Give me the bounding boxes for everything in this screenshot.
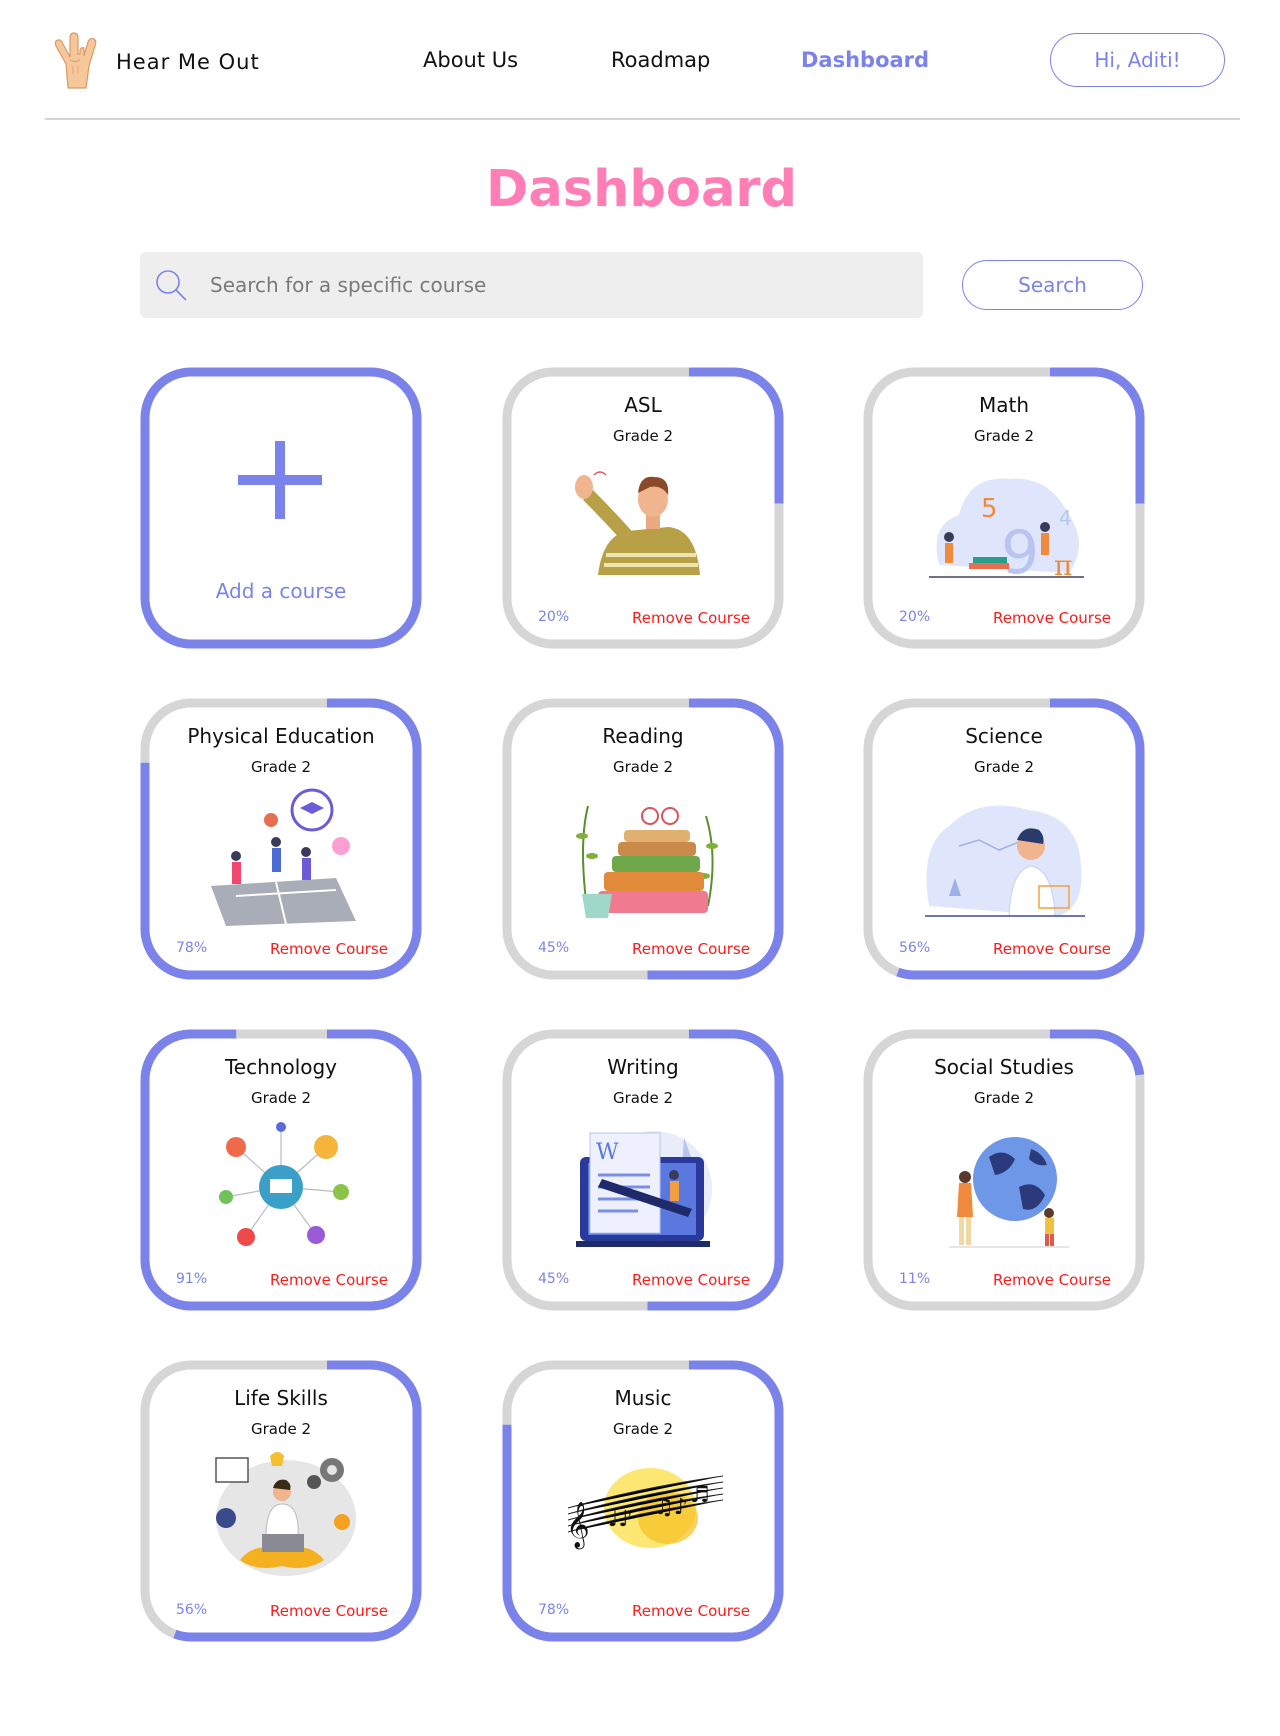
course-title: Science [965, 724, 1043, 748]
remove-course-button[interactable]: Remove Course [993, 609, 1111, 627]
progress-percent: 20% [538, 609, 570, 625]
course-card-music[interactable]: Music Grade 2 𝄞 ♩♪ ♫♪ ♬ 78% Remove Cours… [502, 1360, 784, 1642]
course-title: Life Skills [234, 1386, 328, 1410]
svg-text:♬: ♬ [690, 1483, 710, 1508]
progress-percent: 45% [538, 940, 570, 956]
course-title: ASL [624, 393, 662, 417]
course-title: Physical Education [187, 724, 375, 748]
course-card-science[interactable]: Science Grade 2 56% Remove Course [863, 698, 1145, 980]
course-grade: Grade 2 [973, 427, 1035, 445]
sports-field-icon [211, 788, 356, 926]
course-card-social-studies[interactable]: Social Studies Grade 2 11% Remove Course [863, 1029, 1145, 1311]
progress-percent: 45% [538, 1271, 570, 1287]
nav-about-us[interactable]: About Us [423, 48, 518, 72]
book-stack-icon [576, 805, 718, 918]
progress-percent: 56% [899, 940, 931, 956]
course-grade: Grade 2 [250, 1089, 312, 1107]
remove-course-button[interactable]: Remove Course [632, 1602, 750, 1620]
document-pencil-icon: W [576, 1131, 712, 1247]
search-input[interactable] [210, 252, 910, 318]
search-button[interactable]: Search [962, 260, 1143, 310]
page-title: Dashboard [485, 160, 798, 219]
nav-roadmap[interactable]: Roadmap [611, 48, 710, 72]
remove-course-button[interactable]: Remove Course [632, 1271, 750, 1289]
progress-percent: 91% [176, 1271, 208, 1287]
course-card-writing[interactable]: Writing Grade 2 W 45% Remove Course [502, 1029, 784, 1311]
user-greeting-button[interactable]: Hi, Aditi! [1050, 33, 1225, 87]
course-card-math[interactable]: Math Grade 2 5 9 π 4 20% Remove Course [863, 367, 1145, 649]
course-grade: Grade 2 [250, 1420, 312, 1438]
progress-percent: 78% [176, 940, 208, 956]
course-card-asl[interactable]: ASL Grade 2 20% Remove Course [502, 367, 784, 649]
course-title: Reading [602, 724, 684, 748]
remove-course-button[interactable]: Remove Course [632, 940, 750, 958]
remove-course-button[interactable]: Remove Course [632, 609, 750, 627]
brand-name[interactable]: Hear Me Out [116, 50, 260, 74]
course-card-technology[interactable]: Technology Grade 2 91% Remove Course [140, 1029, 422, 1311]
svg-text:♫♪: ♫♪ [654, 1495, 688, 1520]
svg-text:𝄞: 𝄞 [566, 1502, 590, 1550]
svg-text:5: 5 [981, 494, 998, 524]
course-grade: Grade 2 [612, 1420, 674, 1438]
course-grade: Grade 2 [612, 758, 674, 776]
course-card-life-skills[interactable]: Life Skills Grade 2 56% Remove Course [140, 1360, 422, 1642]
remove-course-button[interactable]: Remove Course [270, 1271, 388, 1289]
remove-course-button[interactable]: Remove Course [993, 1271, 1111, 1289]
hand-sign-logo-icon[interactable] [50, 30, 102, 90]
nav-dashboard[interactable]: Dashboard [801, 48, 929, 72]
course-card-physical-education[interactable]: Physical Education Grade 2 78% Remove Co… [140, 698, 422, 980]
course-grade: Grade 2 [973, 1089, 1035, 1107]
course-title: Music [614, 1386, 672, 1410]
progress-percent: 56% [176, 1602, 208, 1618]
search-bar [140, 252, 923, 318]
course-title: Technology [224, 1055, 338, 1079]
course-title: Social Studies [934, 1055, 1074, 1079]
remove-course-button[interactable]: Remove Course [270, 940, 388, 958]
course-card-reading[interactable]: Reading Grade 2 45% Remove Course [502, 698, 784, 980]
add-course-label[interactable]: Add a course [140, 579, 422, 603]
add-course-card[interactable]: Add a course [140, 367, 422, 649]
remove-course-button[interactable]: Remove Course [270, 1602, 388, 1620]
course-grade: Grade 2 [973, 758, 1035, 776]
search-icon [156, 270, 187, 301]
course-title: Writing [607, 1055, 679, 1079]
svg-text:♩♪: ♩♪ [608, 1507, 632, 1532]
top-nav-bar: Hear Me Out About Us Roadmap Dashboard H… [45, 0, 1240, 120]
person-laptop-icon [215, 1452, 356, 1576]
progress-percent: 11% [899, 1271, 931, 1287]
scientist-lab-icon [925, 805, 1085, 917]
svg-text:W: W [596, 1140, 619, 1165]
tech-network-icon [219, 1122, 349, 1246]
music-notes-icon: 𝄞 ♩♪ ♫♪ ♬ [566, 1468, 724, 1550]
plus-icon[interactable] [236, 441, 326, 521]
sign-language-teacher-icon [575, 471, 700, 575]
course-grade: Grade 2 [250, 758, 312, 776]
math-numbers-icon: 5 9 π 4 [929, 478, 1084, 588]
globe-people-icon [949, 1137, 1069, 1248]
progress-percent: 78% [538, 1602, 570, 1618]
progress-percent: 20% [899, 609, 931, 625]
course-grade: Grade 2 [612, 1089, 674, 1107]
remove-course-button[interactable]: Remove Course [993, 940, 1111, 958]
course-title: Math [978, 393, 1030, 417]
svg-text:4: 4 [1059, 506, 1072, 530]
course-grade: Grade 2 [612, 427, 674, 445]
